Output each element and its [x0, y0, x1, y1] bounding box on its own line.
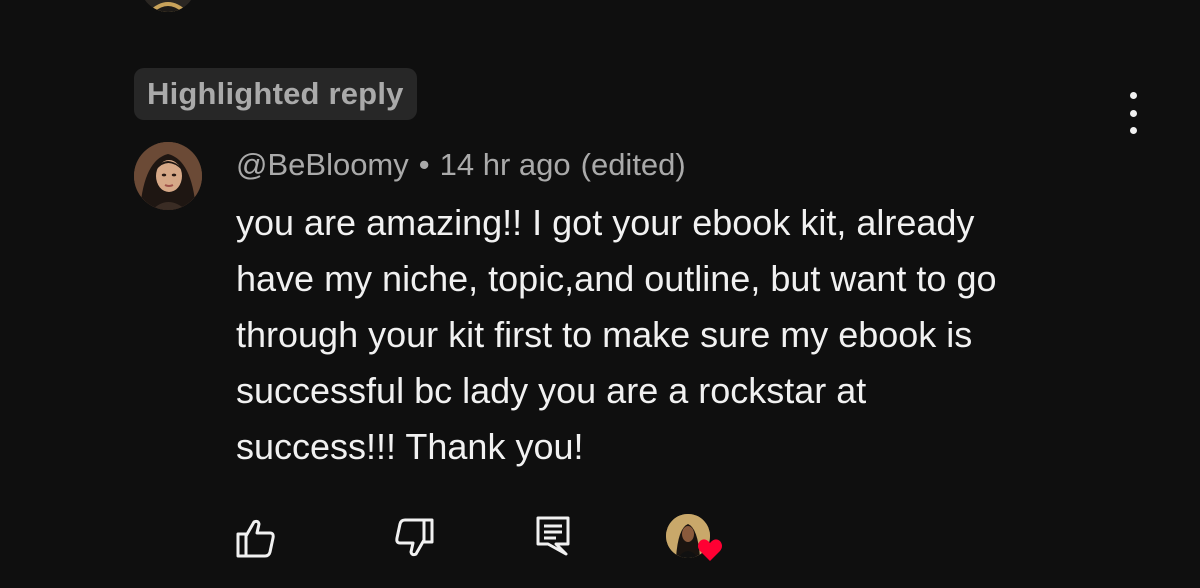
more-options-icon [1129, 92, 1137, 99]
highlighted-reply-badge: Highlighted reply [134, 68, 417, 120]
comment-text-line: you are amazing!! I got your ebook kit, … [236, 202, 975, 243]
thumbs-down-icon [395, 518, 434, 557]
creator-heart-badge [666, 514, 724, 566]
meta-separator: • [418, 147, 430, 182]
dislike-button[interactable] [392, 516, 436, 560]
comment-text-line: successful bc lady you are a rockstar at [236, 370, 867, 411]
more-options-icon-dot [1129, 109, 1137, 117]
comment-thread: Highlighted reply @BeBloomy • 14 hr ago … [0, 0, 1200, 588]
comment-text-line: have my niche, topic,and outline, but wa… [236, 258, 997, 299]
highlighted-reply-label: Highlighted reply [147, 76, 404, 111]
previous-comment-avatar[interactable] [140, 0, 196, 12]
commenter-avatar[interactable] [134, 142, 202, 210]
heart-icon [698, 539, 722, 561]
comment-text: you are amazing!! I got your ebook kit, … [236, 195, 1136, 475]
more-options-button[interactable] [1118, 92, 1148, 134]
comment-text-line: through your kit first to make sure my e… [236, 314, 973, 355]
reply-button[interactable] [534, 514, 574, 558]
edited-label: (edited) [580, 147, 686, 182]
thumbs-up-icon [236, 519, 275, 558]
more-options-icon-dot [1129, 127, 1137, 134]
comment-author[interactable]: @BeBloomy [236, 147, 409, 183]
comment-timestamp[interactable]: 14 hr ago [440, 147, 571, 183]
comment-meta: @BeBloomy • 14 hr ago (edited) [236, 143, 686, 187]
comment-text-line: success!!! Thank you! [236, 426, 584, 467]
reply-comment-icon [536, 516, 570, 556]
like-button[interactable] [234, 516, 278, 560]
